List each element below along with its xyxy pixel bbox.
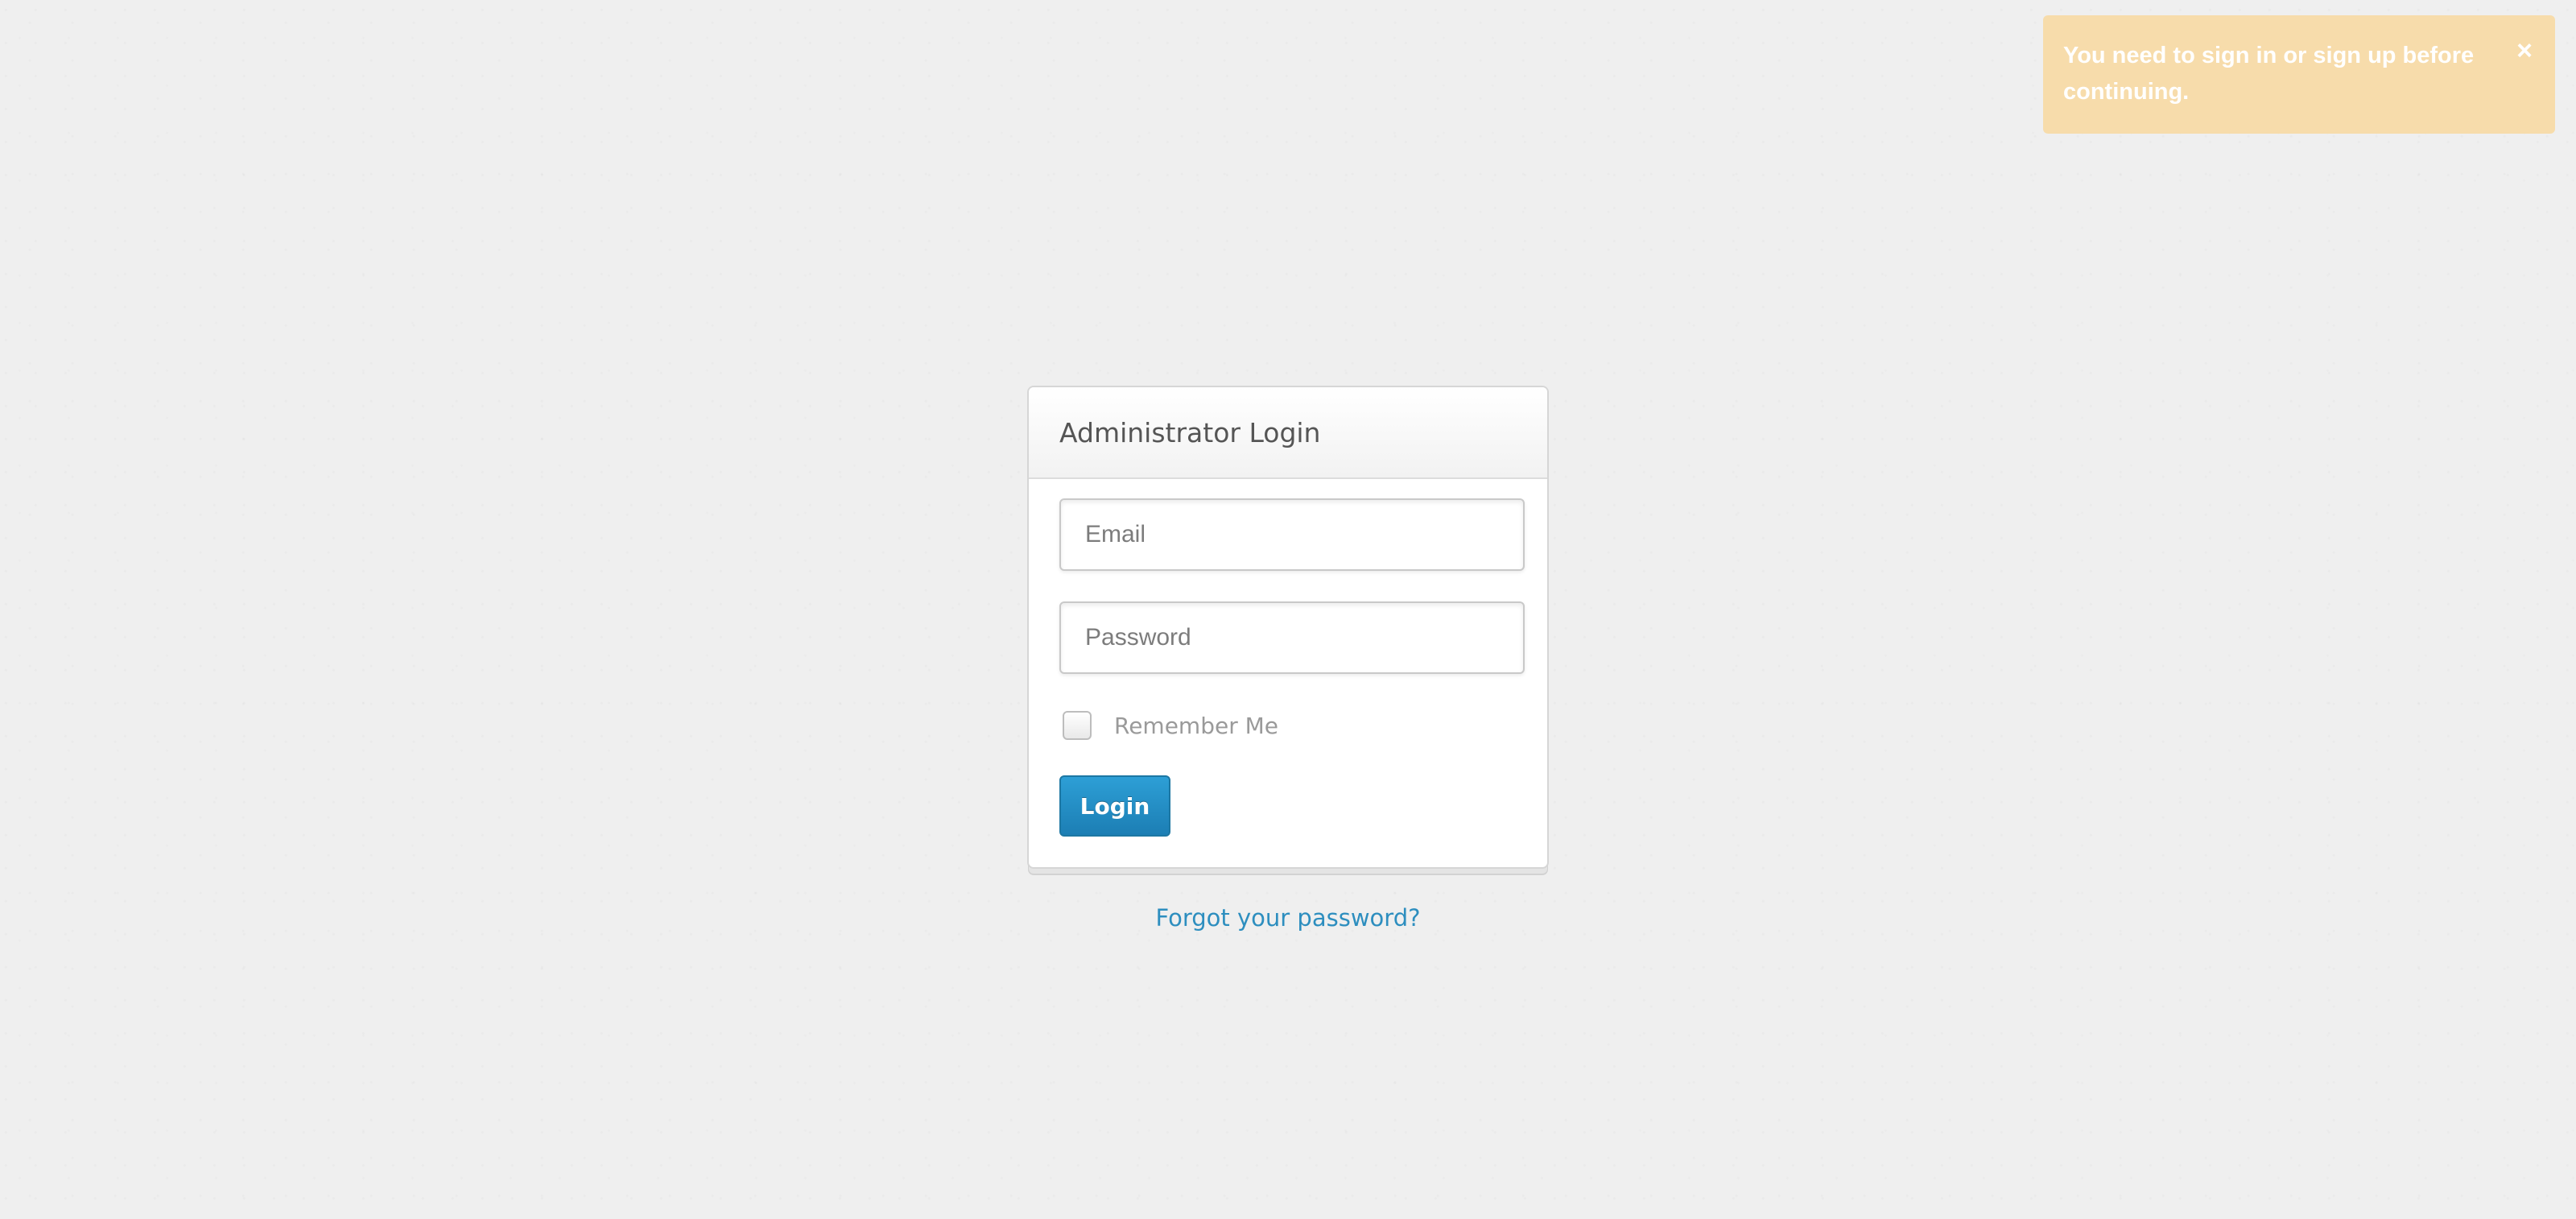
remember-me-label[interactable]: Remember Me (1114, 713, 1278, 739)
email-field[interactable] (1059, 498, 1525, 571)
remember-me-row: Remember Me (1059, 708, 1523, 743)
flash-notification: You need to sign in or sign up before co… (2043, 15, 2555, 134)
password-field[interactable] (1059, 601, 1525, 674)
remember-me-checkbox[interactable] (1063, 711, 1092, 740)
login-panel-header: Administrator Login (1029, 387, 1547, 479)
page-title: Administrator Login (1059, 416, 1321, 448)
login-form: Remember Me Login (1029, 479, 1547, 837)
close-icon[interactable]: × (2512, 37, 2537, 64)
login-button[interactable]: Login (1059, 775, 1170, 837)
forgot-password-link[interactable]: Forgot your password? (1027, 904, 1549, 932)
flash-message: You need to sign in or sign up before co… (2063, 43, 2475, 105)
login-panel: Administrator Login Remember Me Login (1027, 386, 1549, 869)
